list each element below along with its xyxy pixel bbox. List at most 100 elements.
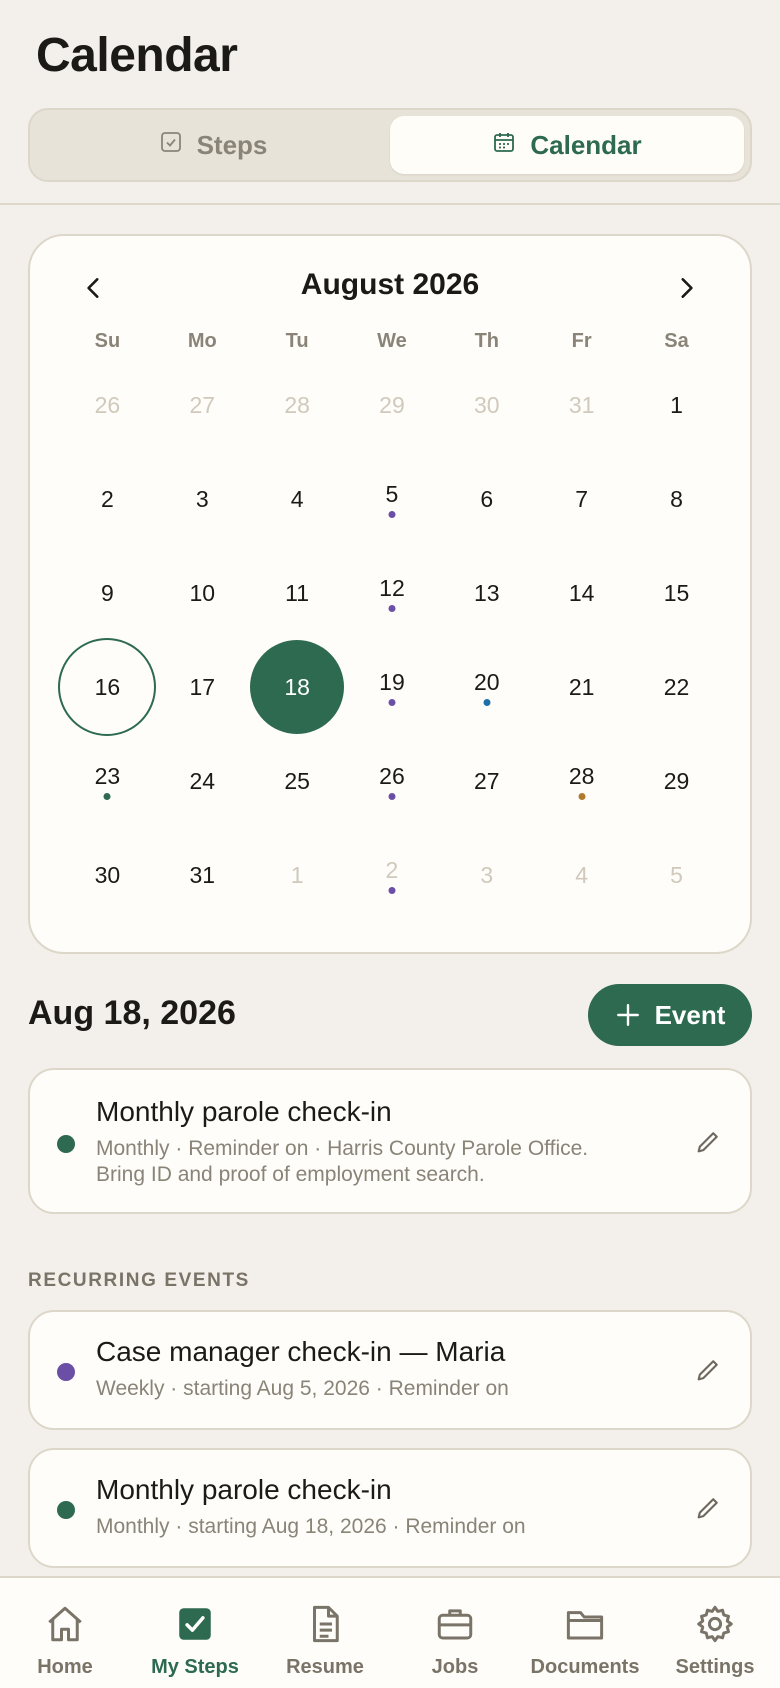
- day-cell[interactable]: 10: [155, 546, 250, 640]
- week-row: 23 24 25 26 27 28 29: [60, 734, 724, 828]
- plus-icon: [616, 1004, 639, 1026]
- tab-resume[interactable]: Resume: [260, 1578, 390, 1688]
- day-cell[interactable]: 26: [345, 734, 440, 828]
- day-cell[interactable]: 31: [534, 358, 629, 452]
- add-event-button[interactable]: Event: [588, 984, 752, 1046]
- check-square-icon: [173, 1602, 217, 1646]
- day-number: 27: [474, 767, 500, 794]
- day-number: 8: [670, 485, 683, 512]
- day-cell[interactable]: 27: [155, 358, 250, 452]
- day-cell[interactable]: 2: [345, 828, 440, 922]
- tab-documents[interactable]: Documents: [520, 1578, 650, 1688]
- day-number: 5: [385, 480, 399, 507]
- day-cell[interactable]: 28: [534, 734, 629, 828]
- day-cell[interactable]: 31: [155, 828, 250, 922]
- event-indicator-dot: [388, 793, 396, 800]
- day-cell[interactable]: 25: [250, 734, 345, 828]
- recurring-event-card[interactable]: Case manager check-in — Maria Weekly · s…: [28, 1310, 752, 1430]
- home-icon: [43, 1602, 87, 1646]
- day-cell[interactable]: 2: [60, 452, 155, 546]
- day-cell[interactable]: 29: [345, 358, 440, 452]
- day-cell[interactable]: 29: [629, 734, 724, 828]
- day-cell[interactable]: 4: [250, 452, 345, 546]
- tab-home[interactable]: Home: [0, 1578, 130, 1688]
- day-cell[interactable]: 20: [439, 640, 534, 734]
- day-cell[interactable]: 24: [155, 734, 250, 828]
- page-title: Calendar: [36, 29, 238, 82]
- day-number: 30: [474, 391, 500, 418]
- edit-event-button[interactable]: [688, 1350, 728, 1390]
- event-indicator-dot: [388, 887, 396, 894]
- pencil-icon: [697, 1498, 718, 1519]
- day-cell[interactable]: 22: [629, 640, 724, 734]
- day-number: 4: [290, 485, 304, 512]
- day-cell[interactable]: 5: [345, 452, 440, 546]
- day-cell[interactable]: 30: [60, 828, 155, 922]
- weekday-label: We: [377, 330, 407, 352]
- recurring-event-card[interactable]: Monthly parole check-in Monthly · starti…: [28, 1448, 752, 1568]
- tab-steps[interactable]: Steps: [36, 116, 390, 174]
- day-cell[interactable]: 8: [629, 452, 724, 546]
- weekday-label: Su: [94, 330, 121, 352]
- next-month-button[interactable]: [664, 266, 708, 310]
- day-number: 26: [379, 762, 405, 789]
- weekday-label: Mo: [187, 330, 217, 352]
- tab-my-steps[interactable]: My Steps: [130, 1578, 260, 1688]
- tab-settings[interactable]: Settings: [650, 1578, 780, 1688]
- day-cell[interactable]: 3: [155, 452, 250, 546]
- today-day-cell[interactable]: 16: [60, 640, 155, 734]
- day-cell[interactable]: 4: [534, 828, 629, 922]
- selected-day-cell[interactable]: 18: [250, 640, 345, 734]
- day-cell[interactable]: 17: [155, 640, 250, 734]
- day-cell[interactable]: 3: [439, 828, 534, 922]
- week-row: 2 3 4 5 6 7 8: [60, 452, 724, 546]
- day-cell[interactable]: 23: [60, 734, 155, 828]
- day-cell[interactable]: 21: [534, 640, 629, 734]
- day-cell[interactable]: 15: [629, 546, 724, 640]
- day-number: 7: [575, 485, 589, 512]
- month-label: August 2026: [300, 268, 480, 301]
- day-number: 3: [480, 861, 494, 888]
- day-number: 2: [385, 856, 399, 883]
- day-number: 10: [189, 579, 216, 606]
- day-cell[interactable]: 6: [439, 452, 534, 546]
- weekday-label: Sa: [664, 330, 689, 352]
- tab-calendar[interactable]: Calendar: [390, 116, 744, 174]
- day-number: 27: [189, 391, 216, 418]
- day-cell[interactable]: 1: [250, 828, 345, 922]
- month-calendar: August 2026 Su Mo Tu We Th Fr Sa 26 27 28 2…: [28, 234, 752, 954]
- edit-event-button[interactable]: [688, 1488, 728, 1528]
- event-indicator-dot: [388, 511, 396, 518]
- day-number: 25: [284, 767, 310, 794]
- day-cell[interactable]: 11: [250, 546, 345, 640]
- day-number: 11: [285, 579, 310, 606]
- day-number: 13: [474, 579, 500, 606]
- day-number: 31: [568, 391, 595, 418]
- week-row: 9 10 11 12 13 14 15: [60, 546, 724, 640]
- day-cell[interactable]: 5: [629, 828, 724, 922]
- day-number: 19: [379, 668, 405, 695]
- event-details: Monthly · starting Aug 18, 2026 · Remind…: [96, 1515, 526, 1538]
- day-cell[interactable]: 12: [345, 546, 440, 640]
- briefcase-icon: [433, 1602, 477, 1646]
- edit-event-button[interactable]: [688, 1122, 728, 1162]
- day-cell[interactable]: 27: [439, 734, 534, 828]
- day-number: 31: [189, 861, 216, 888]
- event-indicator-dot: [578, 793, 586, 800]
- tab-jobs[interactable]: Jobs: [390, 1578, 520, 1688]
- day-event-card[interactable]: Monthly parole check-in Monthly · Remind…: [28, 1068, 752, 1214]
- day-cell[interactable]: 7: [534, 452, 629, 546]
- day-cell[interactable]: 30: [439, 358, 534, 452]
- day-cell[interactable]: 26: [60, 358, 155, 452]
- day-cell[interactable]: 13: [439, 546, 534, 640]
- day-number: 14: [568, 579, 595, 606]
- day-number: 28: [284, 391, 310, 418]
- day-cell[interactable]: 19: [345, 640, 440, 734]
- day-cell[interactable]: 28: [250, 358, 345, 452]
- day-cell[interactable]: 9: [60, 546, 155, 640]
- day-cell[interactable]: 14: [534, 546, 629, 640]
- day-number: 24: [189, 767, 216, 794]
- day-cell[interactable]: 1: [629, 358, 724, 452]
- day-number: 26: [94, 391, 121, 418]
- folder-icon: [563, 1602, 607, 1646]
